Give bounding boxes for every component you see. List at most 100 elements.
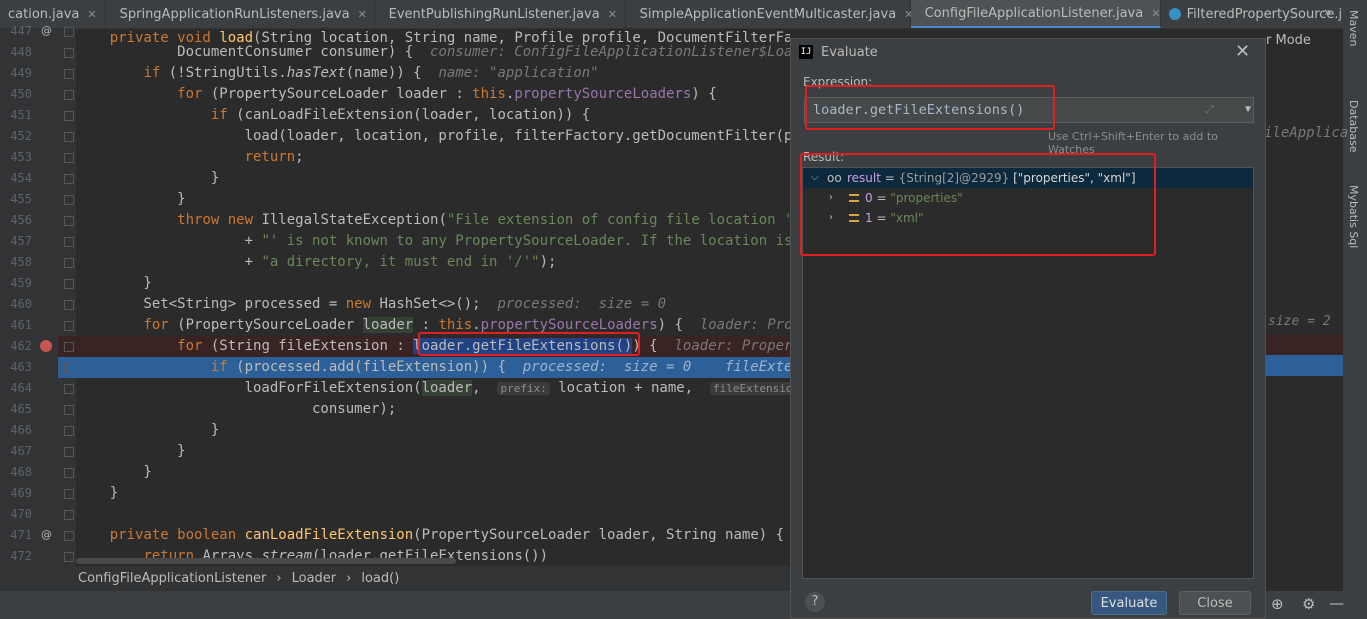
fold-marker-icon[interactable]	[64, 48, 74, 58]
close-icon[interactable]: ✕	[1235, 41, 1250, 62]
tool-window-mybatis-sql[interactable]: Mybatis Sql	[1347, 185, 1360, 248]
fold-marker-icon[interactable]	[64, 510, 74, 520]
fold-marker-icon[interactable]	[64, 27, 74, 37]
override-marker-icon[interactable]: @	[41, 24, 52, 37]
line-number: 462	[10, 339, 32, 353]
minimize-icon[interactable]: —	[1329, 594, 1344, 612]
horizontal-scrollbar[interactable]	[76, 558, 456, 564]
fold-marker-icon[interactable]	[64, 384, 74, 394]
breadcrumb-inner-class[interactable]: Loader	[292, 571, 337, 586]
fold-marker-icon[interactable]	[64, 300, 74, 310]
close-icon[interactable]: ✕	[608, 8, 617, 21]
evaluate-button[interactable]: Evaluate	[1091, 591, 1167, 615]
fold-marker-icon[interactable]	[64, 69, 74, 79]
line-number: 455	[10, 192, 32, 206]
line-number: 454	[10, 171, 32, 185]
code-editor[interactable]: private void load(String location, Strin…	[76, 28, 790, 566]
fold-marker-icon[interactable]	[64, 111, 74, 121]
line-number: 461	[10, 318, 32, 332]
fold-marker-icon[interactable]	[64, 531, 74, 541]
fold-marker-icon[interactable]	[64, 426, 74, 436]
code-line: + "' is not known to any PropertySourceL…	[76, 233, 790, 249]
fold-marker-icon[interactable]	[64, 195, 74, 205]
fold-marker-icon[interactable]	[64, 237, 74, 247]
breakpoint-line-tail	[1266, 334, 1343, 355]
inline-hint: loader: Pro	[699, 317, 790, 333]
tab-spring-application-run-listeners[interactable]: SpringApplicationRunListeners.java ✕	[106, 0, 375, 28]
line-number: 467	[10, 444, 32, 458]
close-icon[interactable]: ✕	[358, 8, 367, 21]
tool-window-database[interactable]: Database	[1347, 100, 1360, 153]
inline-hint: consumer: ConfigFileApplicationListener$…	[430, 44, 790, 60]
line-number: 466	[10, 423, 32, 437]
tab-overflow-icon[interactable]: »	[1324, 5, 1331, 19]
line-number: 448	[10, 45, 32, 59]
tab-config-file-application-listener[interactable]: ConfigFileApplicationListener.java ✕	[910, 0, 1161, 28]
dialog-title-bar[interactable]: IJ Evaluate	[791, 39, 1265, 65]
line-number: 468	[10, 465, 32, 479]
fold-marker-icon[interactable]	[64, 132, 74, 142]
fold-marker-icon[interactable]	[64, 216, 74, 226]
fold-marker-icon[interactable]	[64, 363, 74, 373]
close-button[interactable]: Close	[1179, 591, 1251, 615]
line-number: 463	[10, 360, 32, 374]
override-marker-icon[interactable]: @	[41, 528, 52, 541]
code-line: }	[76, 422, 220, 438]
fold-marker-icon[interactable]	[64, 258, 74, 268]
code-line: if (!StringUtils.hasText(name)) { name: …	[143, 65, 599, 81]
intellij-logo-icon: IJ	[799, 45, 813, 59]
breakpoint-icon[interactable]	[40, 340, 52, 352]
fold-marker-icon[interactable]	[64, 174, 74, 184]
tab-label: SpringApplicationRunListeners.java	[119, 6, 350, 22]
fold-marker-icon[interactable]	[64, 405, 74, 415]
fold-marker-icon[interactable]	[64, 279, 74, 289]
gear-icon[interactable]: ⚙	[1302, 595, 1315, 613]
expand-icon[interactable]: ⤢	[1205, 98, 1214, 122]
fold-marker-icon[interactable]	[64, 468, 74, 478]
line-number: 470	[10, 507, 32, 521]
inline-hint: name: "application"	[438, 65, 599, 81]
annotation-box-expression	[805, 85, 1055, 130]
inline-hint: processed: size = 0	[497, 296, 667, 312]
param-hint: prefix:	[497, 382, 550, 395]
close-icon[interactable]: ✕	[1151, 7, 1160, 20]
close-icon[interactable]: ✕	[87, 8, 96, 21]
code-line: }	[76, 443, 186, 459]
fold-marker-icon[interactable]	[64, 90, 74, 100]
help-icon[interactable]: ?	[805, 592, 825, 612]
line-number: 451	[10, 108, 32, 122]
line-number: 458	[10, 255, 32, 269]
line-number: 472	[10, 549, 32, 563]
code-line: throw new IllegalStateException("File ex…	[177, 212, 790, 228]
code-line: return;	[244, 149, 304, 165]
fold-marker-icon[interactable]	[64, 153, 74, 163]
fold-marker-icon[interactable]	[64, 321, 74, 331]
code-line: }	[76, 170, 220, 186]
line-number: 464	[10, 381, 32, 395]
fold-marker-icon[interactable]	[64, 447, 74, 457]
target-icon[interactable]: ⊕	[1271, 595, 1284, 613]
fold-marker-icon[interactable]	[64, 552, 74, 562]
tab-simple-application-event-multicaster[interactable]: SimpleApplicationEventMulticaster.java ✕	[626, 0, 913, 28]
editor-tab-bar: cation.java ✕ SpringApplicationRunListen…	[0, 0, 1343, 29]
tab-filtered-property-source[interactable]: FilteredPropertySource.java ✕	[1161, 0, 1343, 28]
code-line: }	[76, 464, 152, 480]
breadcrumb-class[interactable]: ConfigFileApplicationListener	[78, 571, 266, 586]
tab-event-publishing-run-listener[interactable]: EventPublishingRunListener.java ✕	[375, 0, 626, 28]
line-number-gutter[interactable]: 447 @448 449 450 451 452 453 454 455 456 457 458 459…	[0, 24, 76, 566]
code-line: + "a directory, it must end in '/'");	[76, 254, 557, 270]
code-line: for (PropertySourceLoader loader : this.…	[177, 86, 717, 102]
line-number: 447	[10, 24, 32, 38]
fold-marker-icon[interactable]	[64, 489, 74, 499]
chevron-down-icon[interactable]: ▼	[1242, 98, 1254, 122]
fold-marker-icon[interactable]	[64, 342, 74, 352]
param-hint: fileExtension:	[709, 382, 790, 395]
tab-label: ConfigFileApplicationListener.java	[924, 5, 1144, 21]
line-number: 460	[10, 297, 32, 311]
tool-window-maven[interactable]: Maven	[1347, 10, 1360, 46]
code-line: Set<String> processed = new HashSet<>();…	[76, 296, 667, 312]
breadcrumb-method[interactable]: load()	[361, 571, 399, 586]
mode-label: r Mode	[1266, 33, 1311, 48]
line-number: 452	[10, 129, 32, 143]
